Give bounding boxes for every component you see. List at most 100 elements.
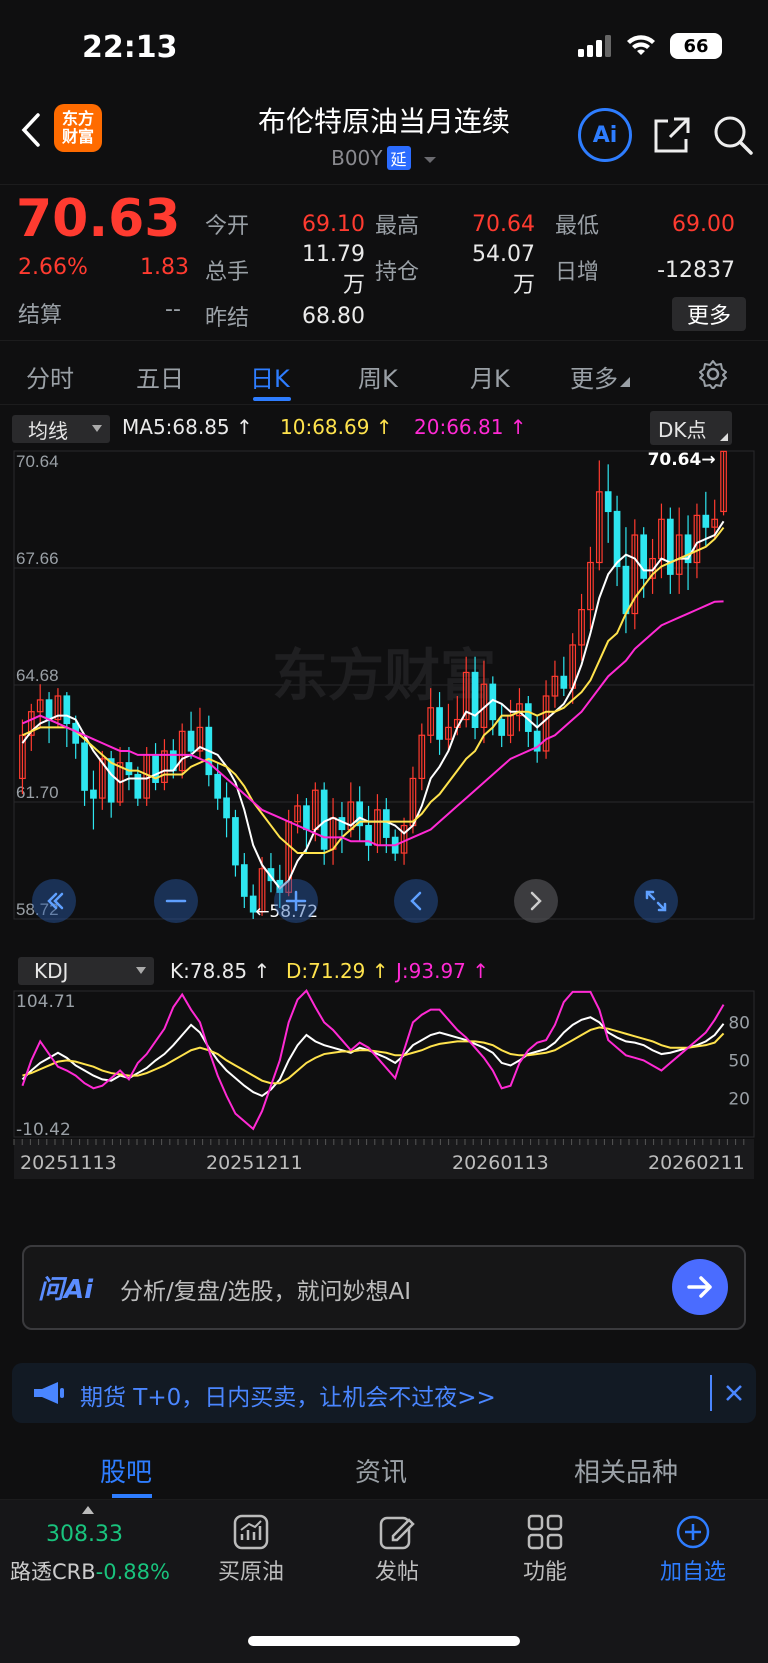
- kdj-line-d: [22, 1026, 725, 1085]
- candle-body: [214, 773, 222, 799]
- tab-monthly-k[interactable]: 月K: [470, 359, 510, 394]
- y-tick-label: 70.64: [16, 452, 59, 471]
- notice-text: 期货 T+0，日内买卖，让机会不过夜>>: [80, 1385, 496, 1411]
- dk-point-button[interactable]: DK点: [650, 411, 732, 445]
- ai-input-label: 问Ai: [38, 1275, 94, 1305]
- dock-post[interactable]: 发帖: [342, 1510, 452, 1586]
- active-tab-indicator: [253, 397, 291, 401]
- ai-assistant-button[interactable]: Ai: [578, 108, 632, 162]
- tab-five-day[interactable]: 五日: [136, 359, 184, 394]
- ma-indicator-select[interactable]: 均线: [12, 415, 110, 443]
- zoom-out-icon[interactable]: [154, 879, 198, 923]
- y-tick-label: 64.68: [16, 666, 59, 685]
- close-icon[interactable]: [724, 1383, 744, 1403]
- tab-weekly-k[interactable]: 周K: [358, 359, 398, 394]
- date-label: 20260113: [452, 1152, 549, 1174]
- tab-more-label: 更多: [570, 365, 618, 393]
- max-price-label: 70.64→: [648, 450, 716, 470]
- caret-down-icon: [92, 425, 102, 432]
- ma-line-ma20: [22, 600, 724, 847]
- change-value: 1.83: [140, 255, 189, 280]
- settings-gear-icon[interactable]: [698, 359, 728, 389]
- tab-related[interactable]: 相关品种: [574, 1452, 678, 1489]
- tab-forum[interactable]: 股吧: [100, 1452, 152, 1489]
- ma5-readout: MA5:68.85 ↑: [122, 415, 253, 439]
- crb-index-change: -0.88%: [95, 1560, 170, 1584]
- candle-body: [498, 718, 506, 736]
- ai-question-input[interactable]: 问Ai 分析/复盘/选股，就问妙想AI: [22, 1245, 746, 1330]
- search-icon[interactable]: [712, 114, 754, 156]
- candlestick-chart[interactable]: 70.6467.6664.6861.7058.72东方财富70.64→←58.7…: [0, 445, 768, 953]
- crb-index-row[interactable]: 路透CRB-0.88%: [10, 1556, 170, 1586]
- app-header: 东方 财富 布伦特原油当月连续 B00Y 延 Ai: [0, 90, 768, 185]
- candle-body: [436, 707, 443, 740]
- y-tick-label: 67.66: [16, 549, 59, 568]
- wifi-icon: [627, 35, 655, 55]
- tab-intraday[interactable]: 分时: [26, 359, 74, 394]
- ma20-value: 20:66.81: [414, 415, 504, 439]
- up-arrow-icon: ↑: [365, 959, 389, 983]
- dock-buy-oil[interactable]: 买原油: [196, 1510, 306, 1586]
- megaphone-icon: [34, 1382, 64, 1404]
- kdj-chart[interactable]: 104.71 -10.42 80 50 20 20251113 20251211 202601…: [0, 987, 768, 1185]
- promo-notice-bar[interactable]: 期货 T+0，日内买卖，让机会不过夜>>: [12, 1363, 756, 1423]
- share-icon[interactable]: [652, 115, 692, 155]
- kdj-right-tick: 50: [728, 1051, 750, 1071]
- date-axis: [14, 1139, 754, 1179]
- dk-point-label: DK点: [658, 417, 707, 442]
- crb-index-label: 路透CRB: [10, 1560, 96, 1584]
- up-arrow-icon: ↑: [503, 415, 527, 439]
- zoom-in-icon[interactable]: [274, 879, 318, 923]
- fullscreen-icon[interactable]: [634, 879, 678, 923]
- watermark: 东方财富: [272, 644, 496, 709]
- tab-more-periods[interactable]: 更多: [570, 359, 630, 394]
- crb-index-value[interactable]: 308.33: [46, 1522, 123, 1547]
- settle-label: 结算: [18, 303, 63, 328]
- settle-value: --: [165, 297, 181, 322]
- ai-input-placeholder: 分析/复盘/选股，就问妙想AI: [120, 1279, 412, 1305]
- dock-label: 买原油: [217, 1560, 284, 1585]
- kdj-y-tick: -10.42: [16, 1120, 71, 1140]
- caret-down-icon: [423, 157, 436, 163]
- ma-select-label: 均线: [28, 418, 68, 443]
- kdj-line-j: [21, 988, 725, 1131]
- dock-functions[interactable]: 功能: [490, 1510, 600, 1586]
- quote-stat-label: 最低: [555, 214, 600, 239]
- instrument-code: B00Y: [331, 146, 383, 170]
- tab-daily-k[interactable]: 日K: [250, 359, 290, 394]
- candle-body: [622, 565, 630, 615]
- up-arrow-icon: ↑: [369, 415, 393, 439]
- kdj-right-tick: 80: [728, 1013, 750, 1033]
- kdj-select-label: KDJ: [34, 959, 69, 983]
- arrow-right-icon: [687, 1276, 712, 1298]
- candle-body: [640, 534, 648, 579]
- candle-body: [338, 817, 346, 831]
- home-indicator: [248, 1636, 520, 1646]
- more-stats-button[interactable]: 更多: [672, 297, 746, 331]
- candle-body: [471, 671, 479, 729]
- caret-down-icon: [136, 967, 146, 974]
- tab-news[interactable]: 资讯: [355, 1452, 407, 1489]
- double-left-icon[interactable]: [32, 879, 76, 923]
- candle-body: [613, 510, 621, 568]
- dock-add-favorite[interactable]: 加自选: [638, 1510, 748, 1586]
- up-arrow-icon: ↑: [247, 959, 271, 983]
- candle-body: [125, 762, 133, 776]
- corner-caret-icon: [720, 433, 728, 441]
- prev-icon[interactable]: [394, 879, 438, 923]
- header-actions: Ai: [578, 108, 754, 162]
- quote-stat-label: 持仓: [375, 260, 420, 285]
- date-label: 20251211: [206, 1152, 303, 1174]
- quote-stat-value: 11.79万: [302, 241, 365, 298]
- kdj-indicator-select[interactable]: KDJ: [18, 957, 154, 985]
- kdj-y-tick: 104.71: [16, 992, 75, 1012]
- ai-submit-button[interactable]: [672, 1259, 728, 1315]
- candle-body: [187, 730, 195, 752]
- candle-body: [320, 789, 328, 850]
- quote-stats-row: 今开 69.10 最高 70.64 最低 69.00: [205, 201, 754, 247]
- next-icon[interactable]: [514, 879, 558, 923]
- kdj-right-tick: 20: [728, 1089, 750, 1109]
- candle-body: [45, 699, 53, 721]
- dock-label: 发帖: [374, 1560, 419, 1585]
- status-time: 22:13: [82, 30, 178, 65]
